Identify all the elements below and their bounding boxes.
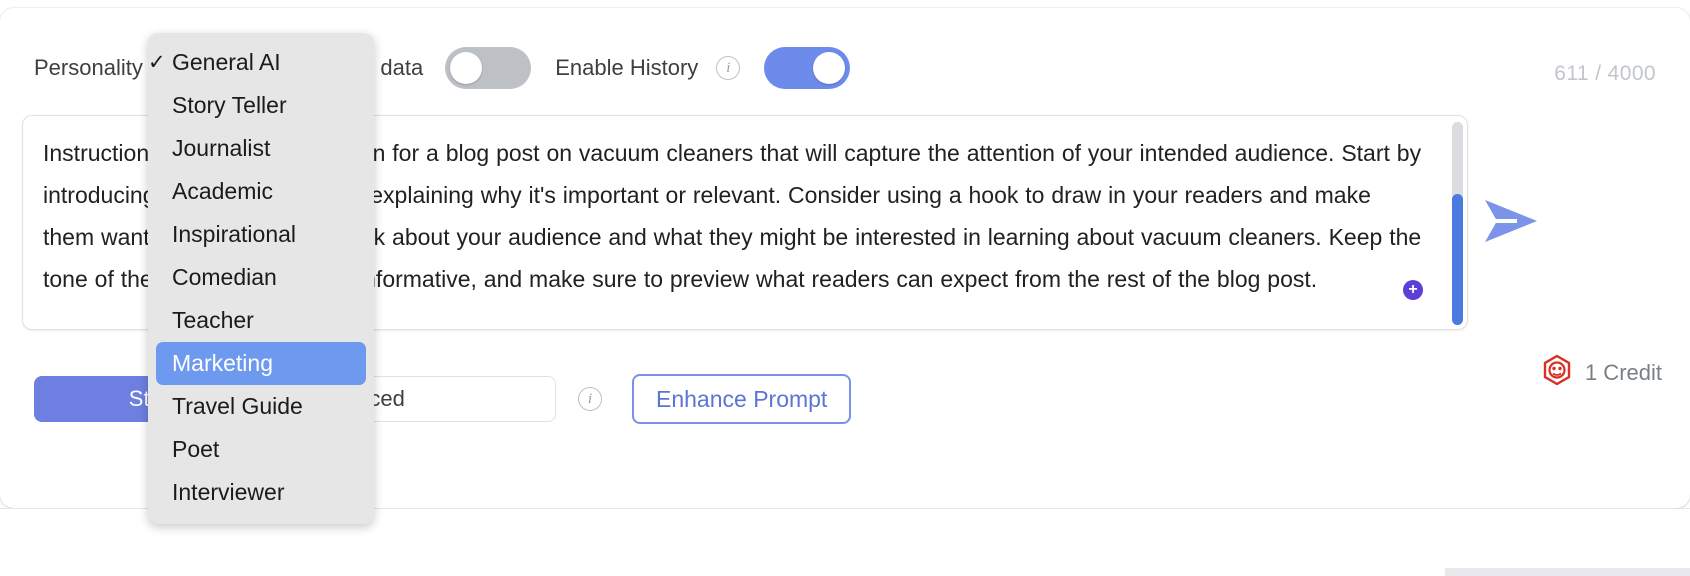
dropdown-item-travel-guide[interactable]: Travel Guide (156, 385, 366, 428)
credit-indicator: 1 Credit (1541, 354, 1662, 391)
prompt-composer-panel: Personality Search latest Google data En… (0, 0, 1690, 576)
check-icon: ✓ (148, 51, 166, 74)
dropdown-item-poet[interactable]: Poet (156, 428, 366, 471)
dropdown-item-label: Story Teller (172, 92, 287, 118)
scrollbar-thumb[interactable] (1452, 194, 1463, 325)
dropdown-item-inspirational[interactable]: Inspirational (156, 213, 366, 256)
info-icon[interactable]: i (716, 56, 741, 80)
drag-plus-cursor-badge: + (1403, 280, 1423, 300)
textarea-scrollbar[interactable] (1452, 122, 1463, 325)
credit-label: 1 Credit (1584, 359, 1662, 385)
personality-label[interactable]: Personality (34, 55, 143, 81)
dropdown-item-label: Interviewer (172, 479, 285, 505)
dropdown-item-label: Travel Guide (172, 393, 303, 419)
dropdown-item-interviewer[interactable]: Interviewer (156, 471, 366, 514)
footer-shadow-bar (1445, 568, 1690, 576)
dropdown-item-label: Teacher (172, 307, 254, 333)
dropdown-item-label: Comedian (172, 264, 277, 290)
dropdown-item-label: Journalist (172, 135, 271, 161)
dropdown-item-label: General AI (172, 49, 281, 75)
character-counter: 611 / 4000 (1554, 62, 1656, 85)
dropdown-item-story-teller[interactable]: Story Teller (156, 84, 366, 127)
dropdown-item-label: Inspirational (172, 221, 297, 247)
toggle-knob (450, 52, 483, 84)
dropdown-item-general-ai[interactable]: ✓ General AI (148, 41, 366, 84)
search-google-toggle[interactable] (445, 47, 532, 89)
dropdown-item-label: Marketing (172, 350, 273, 376)
dropdown-item-label: Academic (172, 178, 273, 204)
enable-history-label: Enable History (555, 55, 699, 80)
enable-history-toggle[interactable] (764, 47, 851, 89)
toggle-knob (813, 52, 846, 84)
dropdown-item-teacher[interactable]: Teacher (156, 299, 366, 342)
enhance-prompt-button[interactable]: Enhance Prompt (632, 374, 852, 424)
personality-dropdown[interactable]: ✓ General AI Story Teller Journalist Academi… (148, 33, 374, 524)
dropdown-item-label: Poet (172, 436, 220, 462)
dropdown-item-marketing[interactable]: Marketing (156, 342, 366, 385)
bot-hexagon-icon (1541, 354, 1573, 391)
dropdown-item-academic[interactable]: Academic (156, 170, 366, 213)
dropdown-item-comedian[interactable]: Comedian (156, 256, 366, 299)
send-arrow-icon[interactable] (1483, 198, 1539, 244)
info-icon[interactable]: i (578, 387, 602, 411)
dropdown-item-journalist[interactable]: Journalist (156, 127, 366, 170)
